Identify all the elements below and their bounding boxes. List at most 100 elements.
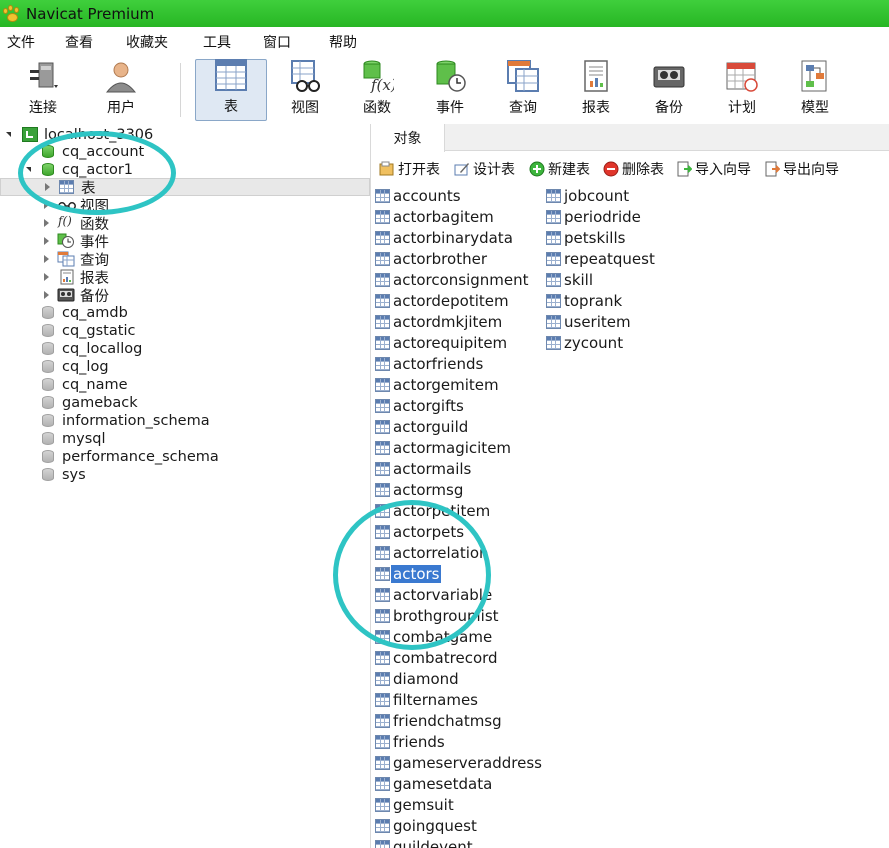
tree-node-functions[interactable]: f() 函数 [0,214,370,233]
event-button[interactable]: 事件 [425,59,475,121]
table-item-label: periodride [564,208,641,226]
table-item[interactable]: brothgrouplist [375,606,499,626]
table-item[interactable]: actorvariable [375,585,492,605]
query-button[interactable]: 查询 [498,59,548,121]
menu-view[interactable]: 查看 [65,32,93,52]
menu-window[interactable]: 窗口 [263,32,291,52]
table-item[interactable]: zycount [546,333,623,353]
expand-arrow-icon[interactable] [44,219,49,227]
menu-tools[interactable]: 工具 [203,32,231,52]
tree-db-cq-gstatic[interactable]: cq_gstatic [0,322,370,340]
table-item[interactable]: accounts [375,186,461,206]
view-button[interactable]: 视图 [280,59,330,121]
table-item[interactable]: actormagicitem [375,438,511,458]
tree-node-tables[interactable]: 表 [0,178,370,197]
tree-node-views[interactable]: 视图 [0,196,370,215]
expand-arrow-icon[interactable] [44,237,49,245]
table-item[interactable]: gemsuit [375,795,454,815]
table-item[interactable]: filternames [375,690,478,710]
expand-arrow-icon[interactable] [44,201,49,209]
tree-db-cq-amdb[interactable]: cq_amdb [0,304,370,322]
tree-db-mysql[interactable]: mysql [0,430,370,448]
delete-table-button[interactable]: 删除表 [603,159,664,179]
table-item[interactable]: guildevent [375,837,473,848]
table-button[interactable]: 表 [195,59,267,121]
menu-file[interactable]: 文件 [7,32,35,52]
mysql-connection-icon [22,127,38,142]
user-button[interactable]: 用户 [96,59,146,121]
table-item[interactable]: goingquest [375,816,477,836]
table-item[interactable]: actorequipitem [375,333,507,353]
open-table-button[interactable]: 打开表 [379,159,440,179]
collapse-arrow-icon[interactable] [6,132,11,137]
table-item[interactable]: repeatquest [546,249,655,269]
report-button[interactable]: 报表 [571,59,621,121]
table-item-label: petskills [564,229,626,247]
table-item[interactable]: actorbagitem [375,207,494,227]
import-wizard-button[interactable]: 导入向导 [676,159,751,179]
function-button[interactable]: f(x) 函数 [352,59,402,121]
tree-db-cq-account[interactable]: cq_account [0,143,370,161]
tree-db-information-schema[interactable]: information_schema [0,412,370,430]
menu-favorites[interactable]: 收藏夹 [126,32,168,52]
table-item[interactable]: useritem [546,312,631,332]
tree-node-queries[interactable]: 查询 [0,250,370,269]
tree-node-backups[interactable]: 备份 [0,286,370,305]
collapse-arrow-icon[interactable] [26,167,31,172]
expand-arrow-icon[interactable] [44,291,49,299]
tree-db-performance-schema[interactable]: performance_schema [0,448,370,466]
connect-button[interactable]: 连接 [18,59,68,121]
tree-db-gameback[interactable]: gameback [0,394,370,412]
table-item[interactable]: toprank [546,291,622,311]
table-item[interactable]: petskills [546,228,625,248]
table-item[interactable]: skill [546,270,593,290]
table-item[interactable]: actormails [375,459,471,479]
table-item[interactable]: actorbrother [375,249,487,269]
tree-db-sys[interactable]: sys [0,466,370,484]
table-item[interactable]: actorfriends [375,354,483,374]
table-item[interactable]: combatgame [375,627,492,647]
tree-db-cq-locallog[interactable]: cq_locallog [0,340,370,358]
tree-db-cq-log[interactable]: cq_log [0,358,370,376]
tab-objects[interactable]: 对象 [371,124,445,152]
table-item[interactable]: actorgifts [375,396,464,416]
table-item[interactable]: actorbinarydata [375,228,513,248]
table-item[interactable]: actorconsignment [375,270,529,290]
table-item[interactable]: gameserveraddress [375,753,542,773]
table-item[interactable]: gamesetdata [375,774,492,794]
design-table-button[interactable]: 设计表 [454,159,515,179]
table-item[interactable]: actorguild [375,417,468,437]
export-wizard-button[interactable]: 导出向导 [764,159,839,179]
table-icon [59,180,74,194]
table-item[interactable]: friends [375,732,445,752]
schedule-button[interactable]: 计划 [717,59,767,121]
backup-button[interactable]: 备份 [644,59,694,121]
table-item[interactable]: actormsg [375,480,463,500]
table-item[interactable]: actordepotitem [375,291,509,311]
tree-db-cq-name[interactable]: cq_name [0,376,370,394]
table-item[interactable]: actors [375,564,442,584]
tree-connection[interactable]: localhost_3306 [0,126,370,144]
table-item[interactable]: actordmkjitem [375,312,502,332]
table-item[interactable]: combatrecord [375,648,498,668]
tree-node-reports[interactable]: 报表 [0,268,370,287]
table-item[interactable]: actorgemitem [375,375,499,395]
table-icon [375,693,390,707]
table-item[interactable]: actorpetitem [375,501,490,521]
table-item[interactable]: periodride [546,207,641,227]
expand-arrow-icon[interactable] [45,183,50,191]
table-item[interactable]: friendchatmsg [375,711,502,731]
tree-node-events[interactable]: 事件 [0,232,370,251]
expand-arrow-icon[interactable] [44,273,49,281]
database-label: sys [62,467,86,483]
table-item[interactable]: jobcount [546,186,629,206]
tree-db-cq-actor1[interactable]: cq_actor1 [0,161,370,179]
model-button[interactable]: 模型 [790,59,840,121]
table-item[interactable]: diamond [375,669,459,689]
table-item-label: useritem [564,313,631,331]
expand-arrow-icon[interactable] [44,255,49,263]
table-item[interactable]: actorrelation [375,543,489,563]
menu-help[interactable]: 帮助 [329,32,357,52]
new-table-button[interactable]: 新建表 [529,159,590,179]
table-item[interactable]: actorpets [375,522,464,542]
